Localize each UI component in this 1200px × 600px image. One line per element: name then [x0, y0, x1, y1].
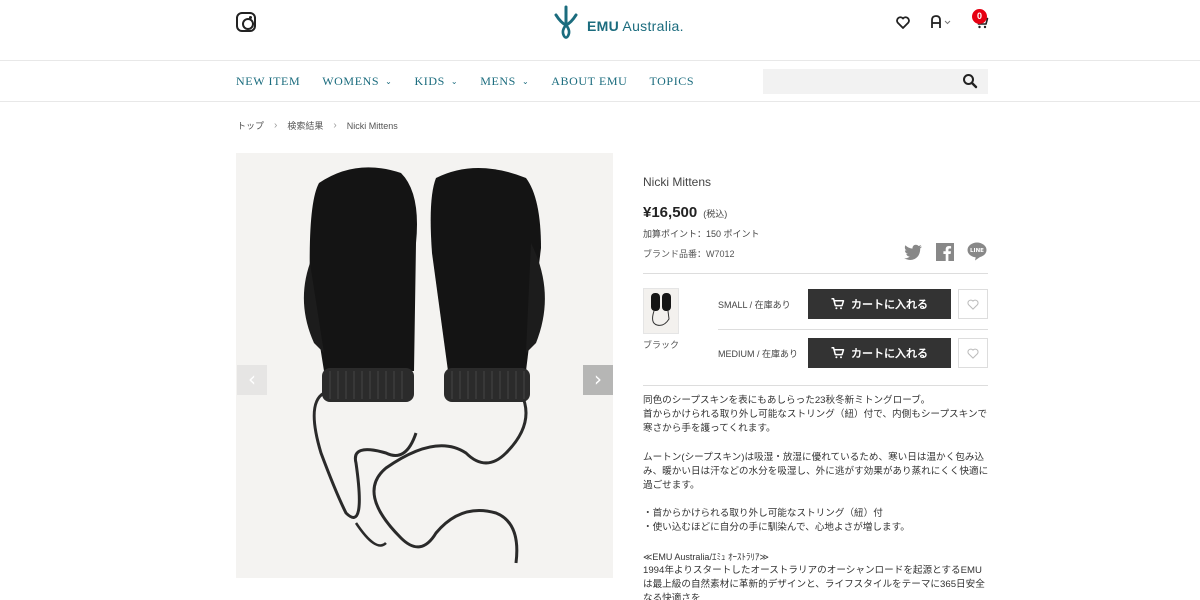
instagram-icon[interactable]: [236, 12, 256, 32]
line-icon[interactable]: LINE: [967, 242, 987, 261]
nav-item-mens[interactable]: MENS ⌄: [480, 74, 529, 89]
add-to-cart-button[interactable]: カートに入れる: [808, 338, 951, 368]
product-price: ¥16,500 (税込): [643, 204, 988, 221]
search-input[interactable]: [763, 69, 953, 94]
about-title: ≪EMU Australia/ｴﾐｭ ｵｰｽﾄﾗﾘｱ≫: [643, 551, 769, 562]
svg-text:LINE: LINE: [970, 248, 984, 254]
heart-icon: [967, 299, 979, 310]
tax-label: (税込): [703, 209, 728, 219]
divider: [718, 329, 988, 330]
nav-item-new-item[interactable]: NEW ITEM: [236, 74, 300, 89]
description-text: 同色のシープスキンを表にもあしらった23秋冬新ミトングローブ。: [643, 395, 931, 406]
breadcrumb-search-results[interactable]: 検索結果: [287, 119, 323, 132]
reward-points: 加算ポイント：150 ポイント: [643, 229, 760, 239]
feature-bullet: ・首からかけられる取り外し可能なストリング（紐）付: [643, 508, 883, 520]
favorite-button[interactable]: [958, 338, 988, 368]
description-text: ムートン(シープスキン)は吸湿・放湿に優れているため、寒い日は温かく包み込み、暖…: [643, 451, 989, 492]
chevron-down-icon: ⌄: [385, 77, 393, 86]
size-label: SMALL / 在庫あり: [718, 299, 791, 310]
breadcrumb-current: Nicki Mittens: [346, 120, 398, 131]
nav-item-kids[interactable]: KIDS ⌄: [414, 74, 458, 89]
cart-icon: [831, 298, 845, 310]
product-title: Nicki Mittens: [643, 175, 712, 189]
cart-count-badge: 0: [972, 9, 987, 24]
nav-item-about-emu[interactable]: ABOUT EMU: [551, 74, 627, 89]
user-icon[interactable]: [930, 13, 954, 31]
share-icons: LINE: [903, 242, 987, 261]
size-row-medium: MEDIUM / 在庫あり カートに入れる: [718, 338, 988, 368]
brand-name: EMU Australia.: [587, 18, 684, 34]
search-icon[interactable]: [962, 73, 978, 89]
heart-icon[interactable]: [894, 13, 912, 31]
product-description: 同色のシープスキンを表にもあしらった23秋冬新ミトングローブ。 首からかけられる…: [643, 394, 991, 600]
brand-product-number: ブランド品番：W7012: [643, 249, 735, 259]
color-swatch-black[interactable]: [643, 288, 679, 334]
color-label: ブラック: [643, 340, 680, 350]
header: EMU Australia. 0: [0, 0, 1200, 60]
nav-list: NEW ITEM WOMENS ⌄ KIDS ⌄ MENS ⌄ ABOUT EMU T…: [236, 61, 694, 102]
mittens-photo: [236, 153, 613, 578]
brand-logo[interactable]: EMU Australia.: [551, 3, 684, 43]
description-text: 首からかけられる取り外し可能なストリング（紐）付で、内側もシープスキンで寒さから…: [643, 409, 988, 435]
breadcrumb-top[interactable]: トップ: [237, 119, 264, 132]
prev-image-button[interactable]: ‹: [237, 365, 267, 395]
twitter-icon[interactable]: [903, 244, 923, 260]
favorite-button[interactable]: [958, 289, 988, 319]
cart-icon: [831, 347, 845, 359]
breadcrumb: トップ › 検索結果 › Nicki Mittens: [237, 119, 398, 132]
search-box: [763, 69, 988, 94]
nav-item-womens[interactable]: WOMENS ⌄: [322, 74, 392, 89]
chevron-down-icon: ⌄: [450, 77, 459, 86]
divider: [643, 273, 988, 274]
facebook-icon[interactable]: [936, 242, 954, 261]
add-to-cart-button[interactable]: カートに入れる: [808, 289, 951, 319]
chevron-down-icon: ⌄: [521, 77, 530, 86]
breadcrumb-separator: ›: [274, 120, 278, 131]
product-image: [236, 153, 613, 578]
nav-item-topics[interactable]: TOPICS: [649, 74, 694, 89]
product-info: Nicki Mittens ¥16,500 (税込) 加算ポイント：150 ポイ…: [643, 170, 988, 261]
emu-logo-icon: [554, 5, 578, 39]
main-nav: NEW ITEM WOMENS ⌄ KIDS ⌄ MENS ⌄ ABOUT EMU T…: [0, 60, 1200, 102]
feature-bullet: ・使い込むほどに自分の手に馴染んで、心地よさが増します。: [643, 522, 910, 534]
heart-icon: [967, 348, 979, 359]
mittens-thumbnail: [651, 293, 671, 326]
size-label: MEDIUM / 在庫あり: [718, 348, 798, 359]
price-value: ¥16,500: [643, 204, 698, 221]
about-text: 1994年よりスタートしたオーストラリアのオーシャンロードを起源とするEMUは最…: [643, 564, 985, 600]
divider: [643, 385, 988, 386]
size-row-small: SMALL / 在庫あり カートに入れる: [718, 289, 988, 319]
next-image-button[interactable]: ›: [583, 365, 613, 395]
breadcrumb-separator: ›: [333, 120, 337, 131]
